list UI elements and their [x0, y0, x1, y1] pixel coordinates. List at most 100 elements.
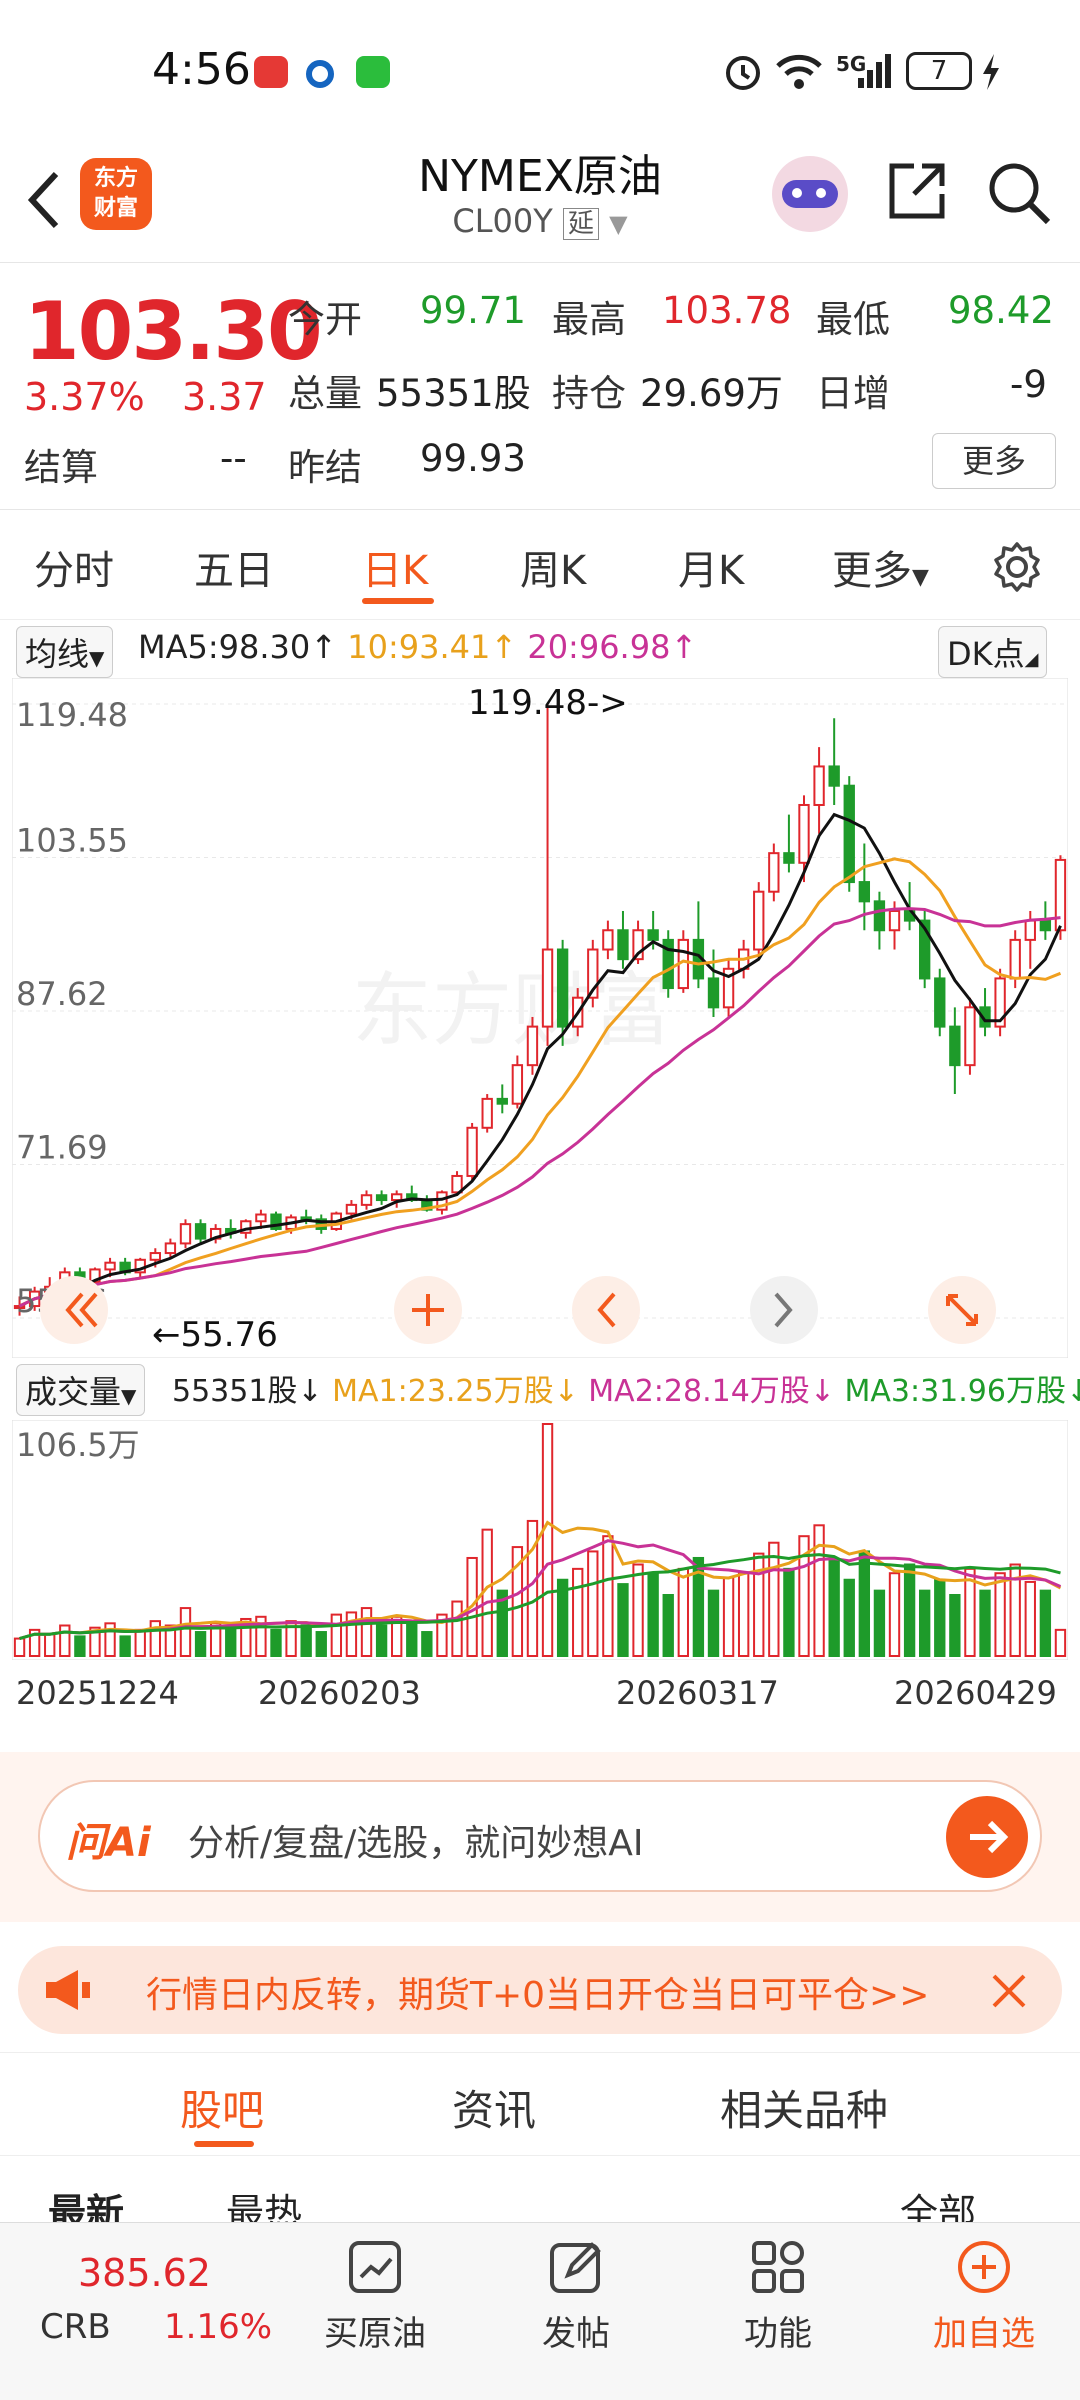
volume-indicator-selector[interactable]: 成交量▼ [16, 1364, 146, 1416]
candle-body [1009, 938, 1021, 980]
tab-five-day[interactable]: 五日 [194, 538, 274, 596]
volume-bar [843, 1578, 855, 1658]
indicator-label: 均线 [25, 635, 90, 673]
candle-body [496, 1097, 508, 1105]
search-icon[interactable] [984, 158, 1054, 228]
indicator-selector[interactable]: 均线▼ [16, 626, 114, 678]
candle-body [1039, 919, 1052, 932]
candle-body [345, 1203, 358, 1215]
candle-body [466, 1126, 478, 1177]
volume-bar [1039, 1589, 1052, 1657]
tab-weekly-k[interactable]: 周K [520, 538, 586, 596]
tab-forum[interactable]: 股吧 [180, 2077, 264, 2138]
add-watchlist-button[interactable]: 加自选 [914, 2237, 1054, 2355]
alarm-icon [726, 56, 760, 90]
share-icon[interactable] [884, 158, 950, 224]
volume-bar [300, 1624, 312, 1658]
candle-body [888, 909, 901, 932]
volume-bar [59, 1624, 71, 1658]
ai-search-box[interactable]: 问Ai 分析/复盘/选股，就问妙想AI [38, 1780, 1042, 1892]
candle-body [707, 977, 720, 1009]
volume-value: 55351股↓ [172, 1374, 323, 1409]
candle-body [391, 1193, 403, 1202]
candle-body [617, 929, 629, 961]
scroll-right-button[interactable] [750, 1276, 818, 1344]
promo-notice[interactable]: 行情日内反转，期货T+0当日开仓当日可平仓>> [18, 1946, 1062, 2034]
ai-assistant-avatar-icon[interactable] [772, 156, 848, 232]
candle-body [798, 803, 810, 864]
candle-body [360, 1194, 373, 1206]
ai-placeholder: 分析/复盘/选股，就问妙想AI [188, 1823, 644, 1864]
tab-related[interactable]: 相关品种 [720, 2077, 888, 2138]
tab-more[interactable]: 更多▼ [832, 538, 929, 596]
candle-body [813, 765, 825, 806]
candle-body [858, 881, 871, 903]
crb-index[interactable]: 385.62 CRB 1.16% [0, 2223, 290, 2400]
scroll-left-fast-button[interactable] [40, 1276, 108, 1344]
volume-bar [587, 1550, 599, 1657]
daily-increase-value: -9 [1010, 363, 1047, 406]
candle-body [1024, 919, 1036, 941]
ma5-value: MA5:98.30↑ [138, 628, 338, 666]
functions-button[interactable]: 功能 [718, 2237, 838, 2355]
volume-bar [994, 1572, 1006, 1657]
header: 东方 财富 NYMEX原油 CL00Y 延 ▼ [0, 140, 1080, 260]
ai-submit-button[interactable] [946, 1796, 1028, 1878]
charging-icon [983, 54, 999, 90]
volume-bar [315, 1631, 327, 1657]
battery-level: 7 [930, 56, 948, 86]
candle-body [783, 852, 795, 864]
candle-body [149, 1252, 161, 1261]
tab-timeshare[interactable]: 分时 [34, 538, 114, 596]
volume-y-top: 106.5万 [16, 1426, 140, 1464]
volume-chart[interactable]: 106.5万 [12, 1420, 1068, 1660]
close-icon[interactable] [984, 1966, 1034, 2016]
section-tab-indicator [194, 2141, 254, 2147]
date-label: 20260203 [258, 1674, 421, 1712]
prev-settlement-value: 99.93 [420, 437, 526, 480]
buy-oil-button[interactable]: 买原油 [310, 2237, 440, 2355]
period-tabs: 分时 五日 日K 周K 月K 更多▼ [0, 510, 1080, 620]
volume-bar [194, 1631, 207, 1657]
dk-point-button[interactable]: DK点◢ [938, 626, 1048, 678]
candle-body [768, 852, 780, 893]
candle-body [375, 1194, 388, 1202]
caret-down-icon: ▼ [121, 1384, 137, 1408]
prev-settlement-label: 昨结 [288, 446, 362, 489]
candle-body [194, 1223, 207, 1240]
post-button[interactable]: 发帖 [516, 2237, 636, 2355]
tab-monthly-k[interactable]: 月K [678, 538, 744, 596]
sub-tab-latest[interactable]: 最新 [48, 2182, 124, 2222]
tab-news[interactable]: 资讯 [452, 2077, 536, 2138]
scroll-left-button[interactable] [572, 1276, 640, 1344]
settings-gear-icon[interactable] [990, 540, 1044, 594]
candle-body [934, 977, 946, 1028]
arrow-right-icon [970, 1820, 1009, 1854]
crb-value: 385.62 [78, 2251, 211, 2295]
change-value: 3.37 [182, 375, 267, 419]
volume-bar [1024, 1580, 1036, 1657]
tab-daily-k[interactable]: 日K [362, 538, 428, 596]
volume-bar [134, 1628, 146, 1658]
sub-tab-all[interactable]: 全部 [900, 2182, 976, 2222]
chart-icon [349, 2241, 401, 2293]
volume-bar [345, 1611, 358, 1658]
open-label: 今开 [288, 298, 362, 341]
low-value: 98.42 [948, 289, 1054, 332]
candlestick-chart[interactable]: 东方财富 119.48103.5587.6271.6955.76 119.48-… [12, 678, 1068, 1358]
candle-body [753, 890, 765, 951]
candle-body [541, 948, 554, 1028]
date-axis: 20251224 20260203 20260317 20260429 [12, 1674, 1068, 1724]
open-interest-value: 29.69万 [640, 372, 783, 415]
buy-oil-label: 买原油 [324, 2314, 426, 2354]
min-price-marker: ←55.76 [152, 1315, 278, 1355]
vol-ma1: MA1:23.25万股↓ [332, 1374, 579, 1409]
caret-down-icon: ▼ [912, 565, 929, 590]
candle-body [164, 1242, 177, 1255]
sub-tab-hot[interactable]: 最热 [226, 2182, 302, 2222]
candle-body [179, 1223, 192, 1245]
crb-change: 1.16% [164, 2307, 273, 2347]
volume-bar [722, 1576, 735, 1658]
volume-bar [270, 1628, 282, 1658]
more-button[interactable]: 更多 [932, 433, 1056, 489]
